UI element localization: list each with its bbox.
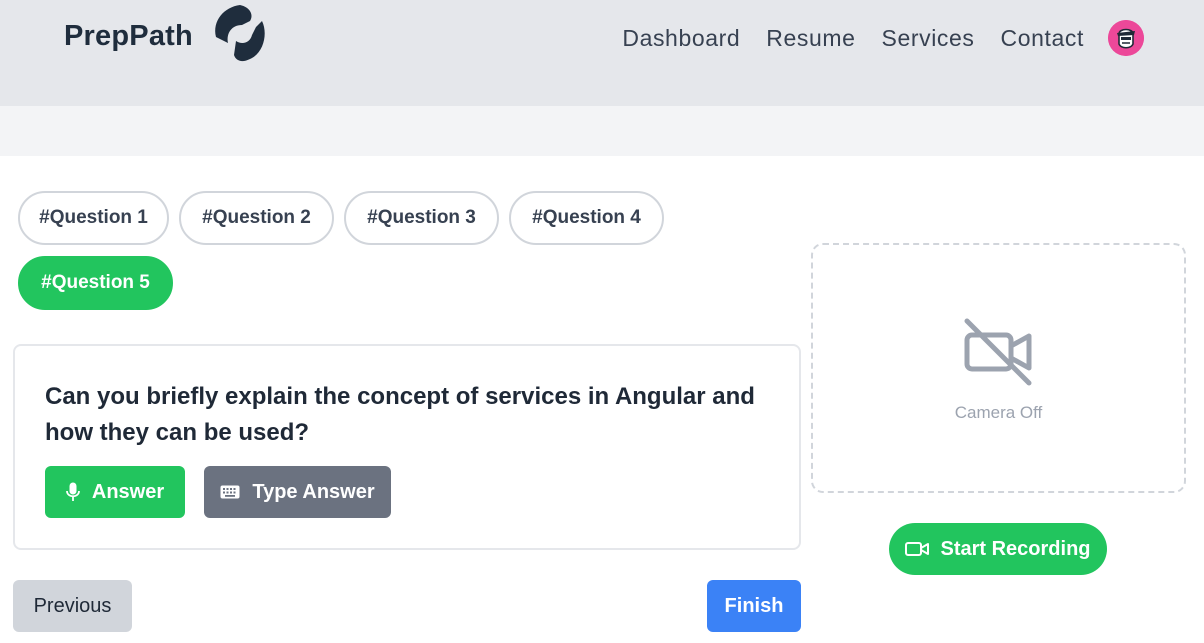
- nav-dashboard[interactable]: Dashboard: [622, 25, 740, 52]
- preppath-logo-icon[interactable]: [210, 3, 268, 63]
- nav-contact[interactable]: Contact: [1001, 25, 1084, 52]
- type-answer-button-label: Type Answer: [252, 480, 375, 503]
- avatar-face-icon: [1108, 20, 1144, 56]
- question-text: Can you briefly explain the concept of s…: [45, 383, 755, 446]
- top-navbar: PrepPath Dashboard Resume Services Conta…: [0, 0, 1204, 106]
- question-card: Can you briefly explain the concept of s…: [13, 344, 801, 550]
- brand-name[interactable]: PrepPath: [64, 20, 193, 53]
- tab-question-4[interactable]: #Question 4: [509, 191, 664, 245]
- nav-services[interactable]: Services: [882, 25, 975, 52]
- type-answer-button[interactable]: Type Answer: [204, 466, 391, 518]
- previous-button[interactable]: Previous: [13, 580, 132, 632]
- start-recording-label: Start Recording: [940, 537, 1091, 560]
- camera-status: Camera Off: [954, 403, 1043, 422]
- tab-question-5[interactable]: #Question 5: [18, 256, 173, 310]
- start-recording-button[interactable]: Start Recording: [889, 523, 1107, 575]
- answer-button-label: Answer: [91, 480, 165, 503]
- tab-question-2[interactable]: #Question 2: [179, 191, 334, 245]
- camera-preview: Camera Off: [811, 243, 1186, 493]
- keyboard-icon: [220, 485, 240, 499]
- video-camera-icon: [905, 542, 930, 556]
- header-subband: [0, 106, 1204, 156]
- tab-question-3[interactable]: #Question 3: [344, 191, 499, 245]
- microphone-icon: [65, 482, 80, 501]
- finish-button[interactable]: Finish: [707, 580, 801, 632]
- tab-question-1[interactable]: #Question 1: [18, 191, 169, 245]
- user-avatar[interactable]: [1108, 20, 1144, 56]
- main-nav: Dashboard Resume Services Contact: [596, 20, 1144, 56]
- answer-button[interactable]: Answer: [45, 466, 185, 518]
- camera-off-icon: [964, 318, 1032, 386]
- nav-resume[interactable]: Resume: [766, 25, 855, 52]
